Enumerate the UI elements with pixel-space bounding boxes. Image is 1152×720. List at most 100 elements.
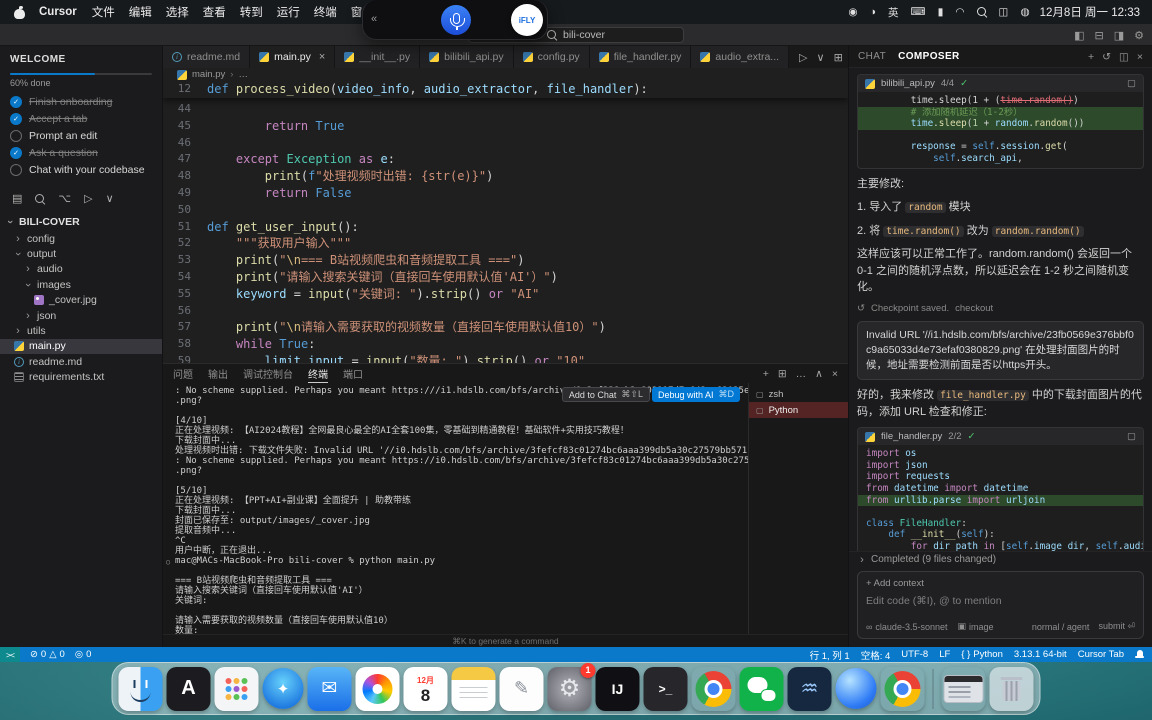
dock-trash[interactable] bbox=[989, 666, 1034, 711]
panel-tab-端口[interactable]: 端口 bbox=[343, 364, 363, 383]
interpreter-version[interactable]: 3.13.1 64-bit bbox=[1014, 649, 1067, 660]
dock-safari[interactable]: ✦ bbox=[262, 668, 304, 709]
terminal-instance-zsh[interactable]: ▢ zsh bbox=[749, 386, 848, 402]
ports-indicator[interactable]: ◎ 0 bbox=[75, 649, 92, 660]
dock-chrome[interactable] bbox=[692, 667, 736, 711]
toggle-secondary-sidebar-icon[interactable]: ◨ bbox=[1114, 29, 1124, 42]
checkout-button[interactable]: checkout bbox=[955, 303, 993, 314]
composer-input[interactable]: Edit code (⌘I), @ to mention bbox=[866, 595, 1135, 615]
dock-window-preview[interactable] bbox=[942, 667, 986, 711]
dock-finder[interactable] bbox=[118, 666, 163, 711]
code-editor[interactable]: 12 def process_video(video_info, audio_ex… bbox=[163, 81, 848, 363]
editor-tab-readme.md[interactable]: i readme.md bbox=[163, 46, 251, 68]
dock-textedit[interactable]: ✎ bbox=[499, 666, 544, 711]
run-dropdown-icon[interactable]: ∨ bbox=[817, 51, 825, 64]
more-views-icon[interactable]: ∨ bbox=[106, 192, 114, 205]
expand-icon[interactable]: ▢ bbox=[1127, 78, 1136, 89]
menubar-item[interactable]: 查看 bbox=[196, 4, 233, 20]
add-context-button[interactable]: + Add context bbox=[866, 578, 1135, 589]
editor-tab-config.py[interactable]: config.py bbox=[513, 46, 590, 68]
tree-item-utils[interactable]: › utils bbox=[0, 323, 162, 338]
run-python-file-icon[interactable]: ▷ bbox=[799, 51, 807, 64]
new-terminal-icon[interactable]: + bbox=[763, 368, 769, 380]
submit-button[interactable]: submit ⏎ bbox=[1098, 621, 1135, 632]
menubar-item[interactable]: 编辑 bbox=[122, 4, 159, 20]
tree-item-output[interactable]: › output bbox=[0, 246, 162, 261]
panel-tab-终端[interactable]: 终端 bbox=[308, 364, 328, 383]
menubar-item[interactable]: 选择 bbox=[159, 4, 196, 20]
new-chat-icon[interactable]: + bbox=[1088, 51, 1094, 63]
screen-record-icon[interactable]: ◉ bbox=[848, 6, 857, 18]
input-source-icon[interactable]: 英 bbox=[888, 5, 899, 20]
menubar-item[interactable]: 文件 bbox=[85, 4, 122, 20]
dock-settings[interactable]: ⚙ 1 bbox=[547, 662, 596, 711]
dock-blue-sphere[interactable] bbox=[835, 668, 877, 709]
tree-item-readme.md[interactable]: i readme.md bbox=[0, 354, 162, 369]
dock-calendar[interactable]: 12月 8 bbox=[403, 666, 448, 711]
breadcrumb[interactable]: main.py › … bbox=[163, 68, 848, 81]
dock-wechat[interactable] bbox=[739, 666, 784, 711]
display-icon[interactable]: ◑ bbox=[870, 6, 876, 18]
terminal-hint[interactable]: ⌘K to generate a command bbox=[163, 634, 848, 647]
history-icon[interactable]: ↺ bbox=[1102, 51, 1111, 63]
welcome-item[interactable]: ✓ Finish onboarding bbox=[10, 93, 152, 110]
code-block-header[interactable]: bilibili_api.py 4/4 ✓ ▢ bbox=[858, 75, 1143, 92]
welcome-item[interactable]: Prompt an edit bbox=[10, 127, 152, 144]
tree-item-main.py[interactable]: main.py bbox=[0, 338, 162, 355]
editor-tab-audio_extra...[interactable]: audio_extra... bbox=[691, 46, 790, 68]
panel-tab-问题[interactable]: 问题 bbox=[173, 364, 193, 383]
tab-composer[interactable]: COMPOSER bbox=[898, 51, 960, 62]
tree-item-requirements.txt[interactable]: requirements.txt bbox=[0, 370, 162, 385]
tree-item-images[interactable]: › images bbox=[0, 277, 162, 292]
cursor-position[interactable]: 行 1, 列 1 bbox=[810, 648, 850, 662]
app-menu-cursor[interactable]: Cursor bbox=[31, 6, 85, 18]
indentation[interactable]: 空格: 4 bbox=[861, 648, 891, 662]
close-chat-icon[interactable]: × bbox=[1137, 51, 1143, 63]
language-mode[interactable]: { } Python bbox=[961, 649, 1003, 660]
tab-chat[interactable]: CHAT bbox=[858, 51, 886, 62]
mode-toggle[interactable]: normal / agent bbox=[1032, 622, 1090, 632]
close-icon[interactable]: × bbox=[319, 51, 325, 63]
editor-tab-__init__.py[interactable]: __init__.py bbox=[335, 46, 421, 68]
panel-tab-调试控制台[interactable]: 调试控制台 bbox=[243, 364, 293, 383]
completed-row[interactable]: › Completed (9 files changed) bbox=[849, 551, 1152, 567]
dock-intellij[interactable]: IJ bbox=[595, 666, 640, 711]
source-control-icon[interactable]: ⌥ bbox=[58, 192, 71, 205]
keyboard-icon[interactable]: ⌨ bbox=[910, 6, 925, 18]
terminal-more-icon[interactable]: … bbox=[796, 368, 807, 380]
maximize-panel-icon[interactable]: ∧ bbox=[815, 368, 823, 380]
explorer-root[interactable]: › BILI-COVER bbox=[0, 213, 162, 231]
battery-icon[interactable]: ▮ bbox=[938, 6, 944, 18]
tree-item-audio[interactable]: › audio bbox=[0, 262, 162, 277]
menubar-item[interactable]: 终端 bbox=[307, 4, 344, 20]
code-block-header[interactable]: file_handler.py 2/2 ✓ ▢ bbox=[858, 428, 1143, 446]
welcome-item[interactable]: ✓ Ask a question bbox=[10, 144, 152, 161]
collapse-icon[interactable]: « bbox=[371, 13, 377, 25]
toggle-panel-icon[interactable]: ⊟ bbox=[1095, 29, 1104, 42]
debug-with-ai-button[interactable]: Debug with AI ⌘D bbox=[651, 387, 740, 402]
encoding[interactable]: UTF-8 bbox=[901, 649, 928, 660]
add-to-chat-button[interactable]: Add to Chat ⌘⇧L bbox=[561, 387, 650, 402]
dock-chrome-2[interactable] bbox=[881, 667, 925, 711]
dock-terminal[interactable]: >_ bbox=[643, 666, 688, 711]
dock-docker[interactable]: ♒ bbox=[787, 666, 832, 711]
dock-photos[interactable] bbox=[355, 666, 400, 711]
terminal-output[interactable]: Add to Chat ⌘⇧L Debug with AI ⌘D : No sche… bbox=[163, 383, 748, 634]
dock-launchpad[interactable] bbox=[214, 666, 259, 711]
editor-tab-main.py[interactable]: main.py × bbox=[250, 46, 336, 68]
model-selector[interactable]: ∞ claude-3.5-sonnet bbox=[866, 622, 947, 632]
welcome-item[interactable]: Chat with your codebase bbox=[10, 161, 152, 178]
image-button[interactable]: ▣ image bbox=[957, 621, 993, 632]
editor-tab-bilibili_api.py[interactable]: bilibili_api.py bbox=[420, 46, 514, 68]
wifi-icon[interactable]: ◠ bbox=[955, 6, 964, 18]
expand-icon[interactable]: ▢ bbox=[1127, 431, 1136, 442]
split-editor-icon[interactable]: ⊞ bbox=[834, 51, 843, 64]
explorer-icon[interactable]: ▤ bbox=[12, 192, 22, 205]
menubar-clock[interactable]: 12月8日 周一 12:33 bbox=[1040, 4, 1140, 20]
search-icon[interactable] bbox=[35, 193, 45, 204]
control-center-icon[interactable]: ◫ bbox=[999, 6, 1009, 18]
microphone-button[interactable] bbox=[441, 5, 471, 35]
panel-layout-icon[interactable]: ◫ bbox=[1119, 51, 1129, 63]
cursor-tab[interactable]: Cursor Tab bbox=[1078, 649, 1124, 660]
dock-app-a[interactable]: A bbox=[166, 666, 211, 711]
